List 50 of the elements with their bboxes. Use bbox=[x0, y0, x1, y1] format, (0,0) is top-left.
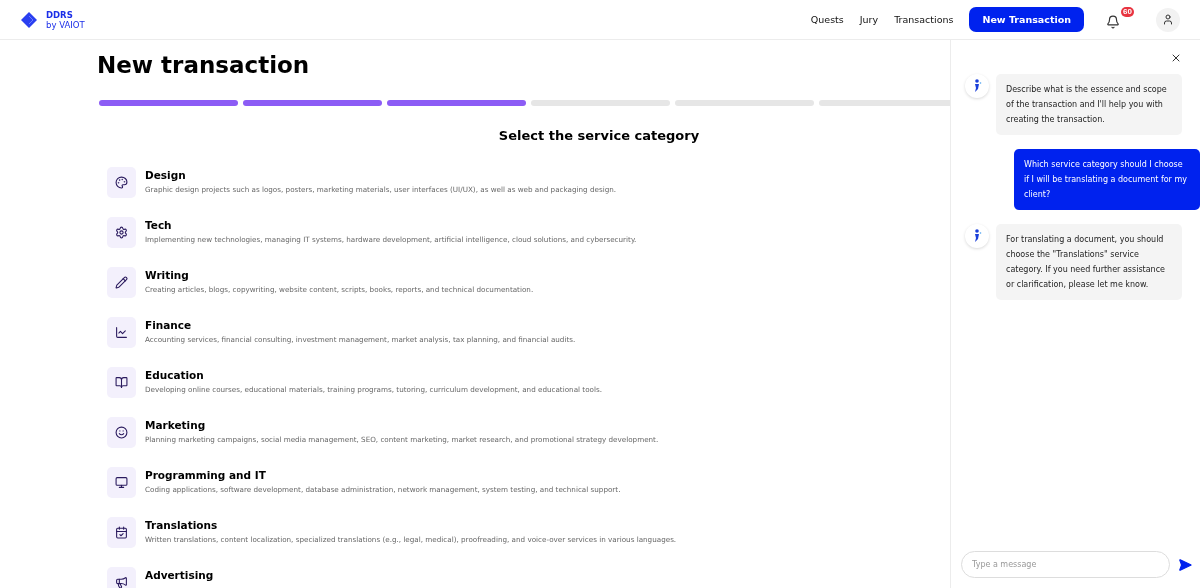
category-icon-tile[interactable] bbox=[107, 517, 136, 548]
profile-button[interactable] bbox=[1156, 7, 1180, 32]
monitor-icon bbox=[115, 476, 128, 489]
category-icon-tile[interactable] bbox=[107, 167, 136, 198]
notifications-button[interactable]: 60 bbox=[1104, 6, 1134, 33]
category-icon-tile[interactable] bbox=[107, 317, 136, 348]
category-icon-tile[interactable] bbox=[107, 217, 136, 248]
bot-figure-icon bbox=[972, 229, 982, 243]
bell-icon bbox=[1106, 14, 1120, 29]
category-name[interactable]: Finance bbox=[145, 319, 576, 331]
close-icon bbox=[1170, 52, 1182, 64]
category-name[interactable]: Advertising bbox=[145, 569, 214, 581]
page-title: New transaction bbox=[97, 52, 311, 78]
new-transaction-button[interactable]: New Transaction bbox=[969, 7, 1084, 32]
notification-badge: 60 bbox=[1121, 6, 1134, 17]
bot-figure-icon bbox=[972, 79, 982, 93]
line-chart-icon bbox=[115, 326, 128, 339]
section-heading: Select the service category bbox=[497, 128, 701, 143]
nav-link[interactable]: Transactions bbox=[894, 14, 954, 25]
megaphone-icon bbox=[115, 576, 128, 588]
bot-message: For translating a document, you should choose the "Translations" service category. If you need further assistance or clarification, please let me know. bbox=[996, 224, 1182, 300]
category-name[interactable]: Programming and IT bbox=[145, 469, 621, 481]
send-icon bbox=[1178, 557, 1192, 572]
nav-link[interactable]: Quests bbox=[810, 14, 844, 25]
category-icon-tile[interactable] bbox=[107, 467, 136, 498]
category-icon-tile[interactable] bbox=[107, 267, 136, 298]
category-name[interactable]: Writing bbox=[145, 269, 534, 281]
message-input[interactable]: Type a message bbox=[961, 551, 1170, 578]
user-message: Which service category should I choose if I will be translating a document for my client? bbox=[1014, 149, 1200, 210]
book-icon bbox=[115, 376, 128, 389]
category-icon-tile[interactable] bbox=[107, 417, 136, 448]
category-name[interactable]: Design bbox=[145, 169, 617, 181]
close-button[interactable] bbox=[1170, 52, 1182, 64]
send-button[interactable] bbox=[1178, 557, 1192, 572]
nav-link[interactable]: Jury bbox=[859, 14, 879, 25]
logo-subtitle: by VAIOT bbox=[46, 19, 85, 30]
category-name[interactable]: Translations bbox=[145, 519, 677, 531]
bot-message: Describe what is the essence and scope of the transaction and I'll help you with creating the transaction. bbox=[996, 74, 1182, 135]
smile-icon bbox=[115, 426, 128, 439]
user-icon bbox=[1162, 13, 1174, 26]
pencil-icon bbox=[115, 276, 128, 289]
category-icon-tile[interactable] bbox=[107, 367, 136, 398]
palette-icon bbox=[115, 176, 128, 189]
category-name[interactable]: Marketing bbox=[145, 419, 659, 431]
category-name[interactable]: Education bbox=[145, 369, 602, 381]
logo-title: DDRS bbox=[46, 9, 74, 20]
logo-icon bbox=[20, 10, 38, 29]
calendar-icon bbox=[115, 526, 128, 539]
gear-icon bbox=[115, 226, 128, 239]
category-name[interactable]: Tech bbox=[145, 219, 637, 231]
